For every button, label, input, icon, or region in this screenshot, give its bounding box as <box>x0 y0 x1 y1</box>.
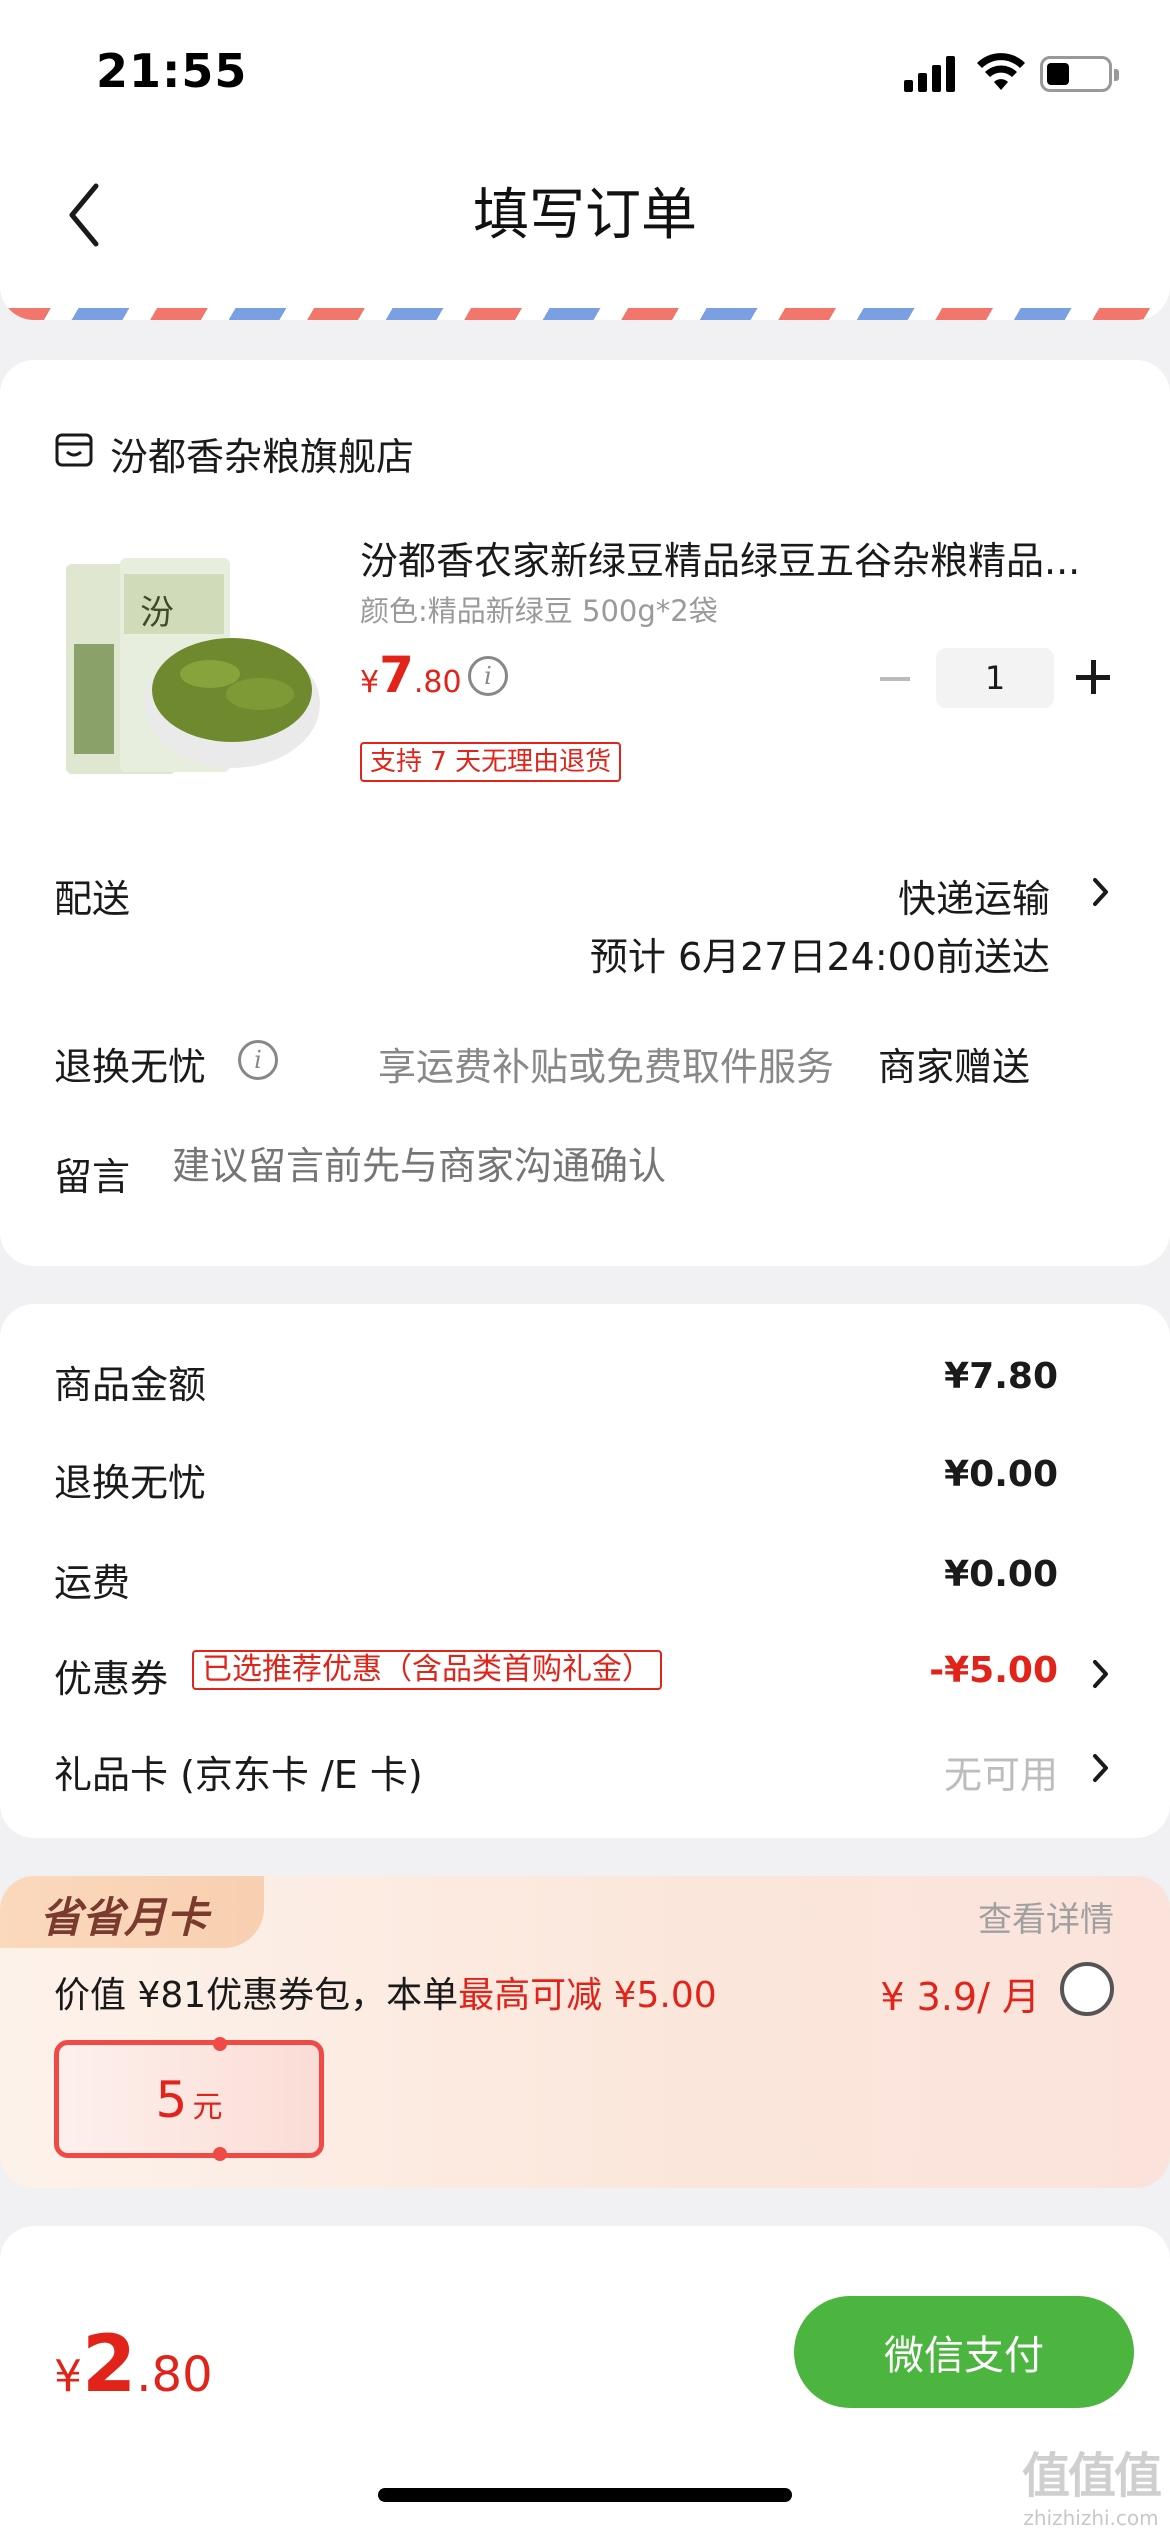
coupon-chevron-icon[interactable] <box>1090 1656 1112 1692</box>
shipping-value: ¥0.00 <box>944 1554 1058 1595</box>
giftcard-label[interactable]: 礼品卡 (京东卡 /E 卡) <box>54 1744 423 1799</box>
price-currency: ¥ <box>360 665 380 700</box>
nav-bar: 填写订单 <box>0 140 1170 320</box>
coupon-value[interactable]: -¥5.00 <box>929 1650 1058 1691</box>
wifi-icon <box>977 53 1025 90</box>
worry-free-info-icon[interactable]: i <box>238 1040 278 1080</box>
voucher-amount: 5 元 <box>59 2071 319 2129</box>
monthly-card-badge: 省省月卡 <box>0 1876 264 1948</box>
delivery-chevron-icon[interactable] <box>1090 874 1112 910</box>
voucher-notch-top <box>213 2037 227 2051</box>
price-detail-card: 商品金额 ¥7.80 退换无忧 ¥0.00 运费 ¥0.00 优惠券 已选推荐优… <box>0 1304 1170 1838</box>
store-name[interactable]: 汾都香杂粮旗舰店 <box>110 426 414 481</box>
giftcard-chevron-icon[interactable] <box>1090 1750 1112 1786</box>
coupon-label[interactable]: 优惠券 <box>54 1648 168 1703</box>
price-integer: 7 <box>379 646 414 704</box>
worry-fee-label: 退换无忧 <box>54 1461 207 1505</box>
worry-free-gift: 商家赠送 <box>878 1045 1031 1089</box>
watermark-url: zhizhizhi.com <box>1023 2506 1159 2530</box>
svg-text:汾: 汾 <box>140 593 174 633</box>
monthly-card-promo: 省省月卡 查看详情 价值 ¥81优惠券包，本单最高可减 ¥5.00 ¥ 3.9/… <box>0 1876 1170 2188</box>
monthly-card-desc: 价值 ¥81优惠券包，本单最高可减 ¥5.00 <box>54 1966 717 2018</box>
goods-amount-label: 商品金额 <box>54 1363 207 1407</box>
voucher-notch-bottom <box>213 2147 227 2161</box>
monthly-card-price: ¥ 3.9/ 月 <box>880 1975 1040 2019</box>
return-policy-tag: 支持 7 天无理由退货 <box>360 742 622 782</box>
message-input[interactable] <box>172 1146 1072 1189</box>
page-title: 填写订单 <box>473 183 697 248</box>
status-time: 21:55 <box>96 44 248 98</box>
airmail-stripe <box>0 308 1170 320</box>
product-variant[interactable]: 颜色:精品新绿豆 500g*2袋 <box>360 588 718 630</box>
quantity-decrease-button[interactable] <box>878 662 912 696</box>
total-integer: 2 <box>82 2320 137 2410</box>
home-indicator[interactable] <box>378 2488 792 2502</box>
delivery-label: 配送 <box>54 877 131 921</box>
giftcard-value[interactable]: 无可用 <box>944 1744 1058 1799</box>
goods-amount-value: ¥7.80 <box>944 1356 1058 1397</box>
message-label: 留言 <box>54 1155 131 1199</box>
order-card: 汾都香杂粮旗舰店 汾 汾都香农家新绿豆精品绿豆五谷杂粮精品... 颜色:精品新绿… <box>0 360 1170 1266</box>
monthly-card-badge-text: 省省月卡 <box>40 1893 209 1942</box>
checkout-bar: ¥2.80 微信支付 <box>0 2226 1170 2532</box>
total-currency: ¥ <box>54 2351 82 2402</box>
voucher-unit: 元 <box>192 2090 223 2125</box>
coupon-tag[interactable]: 已选推荐优惠（含品类首购礼金） <box>192 1650 662 1690</box>
delivery-method[interactable]: 快递运输 <box>898 868 1050 923</box>
monthly-card-radio[interactable] <box>1060 1962 1114 2016</box>
watermark: 值值值 zhizhizhi.com <box>1016 2436 1166 2530</box>
monthly-card-desc-highlight: 最高可减 ¥5.00 <box>458 1975 717 2016</box>
voucher-number: 5 <box>155 2071 188 2129</box>
battery-icon <box>1040 56 1119 92</box>
price-info-icon[interactable]: i <box>468 656 508 696</box>
signal-icon <box>904 56 956 92</box>
monthly-card-desc-prefix: 价值 ¥81优惠券包，本单 <box>54 1975 459 2016</box>
total-price: ¥2.80 <box>54 2320 213 2410</box>
product-image[interactable]: 汾 <box>60 554 326 782</box>
quantity-input[interactable]: 1 <box>936 648 1054 708</box>
voucher-ticket: 5 元 <box>54 2037 324 2161</box>
worry-fee-value: ¥0.00 <box>944 1454 1058 1495</box>
delivery-eta: 预计 6月27日24:00前送达 <box>589 935 1050 979</box>
worry-free-desc: 享运费补贴或免费取件服务 <box>378 1045 835 1089</box>
total-decimal: .80 <box>136 2347 213 2403</box>
product-price: ¥7.80 <box>360 646 462 704</box>
product-title[interactable]: 汾都香农家新绿豆精品绿豆五谷杂粮精品... <box>360 530 1120 585</box>
quantity-increase-button[interactable] <box>1076 660 1110 694</box>
wechat-pay-button[interactable]: 微信支付 <box>794 2296 1134 2408</box>
store-icon <box>55 433 93 467</box>
price-decimal: .80 <box>413 665 462 700</box>
shipping-label: 运费 <box>54 1561 131 1605</box>
worry-free-label: 退换无忧 <box>54 1045 207 1089</box>
monthly-card-details-link[interactable]: 查看详情 <box>978 1892 1114 1941</box>
watermark-logo: 值值值 <box>1021 2448 1162 2504</box>
status-bar: 21:55 <box>0 0 1170 140</box>
